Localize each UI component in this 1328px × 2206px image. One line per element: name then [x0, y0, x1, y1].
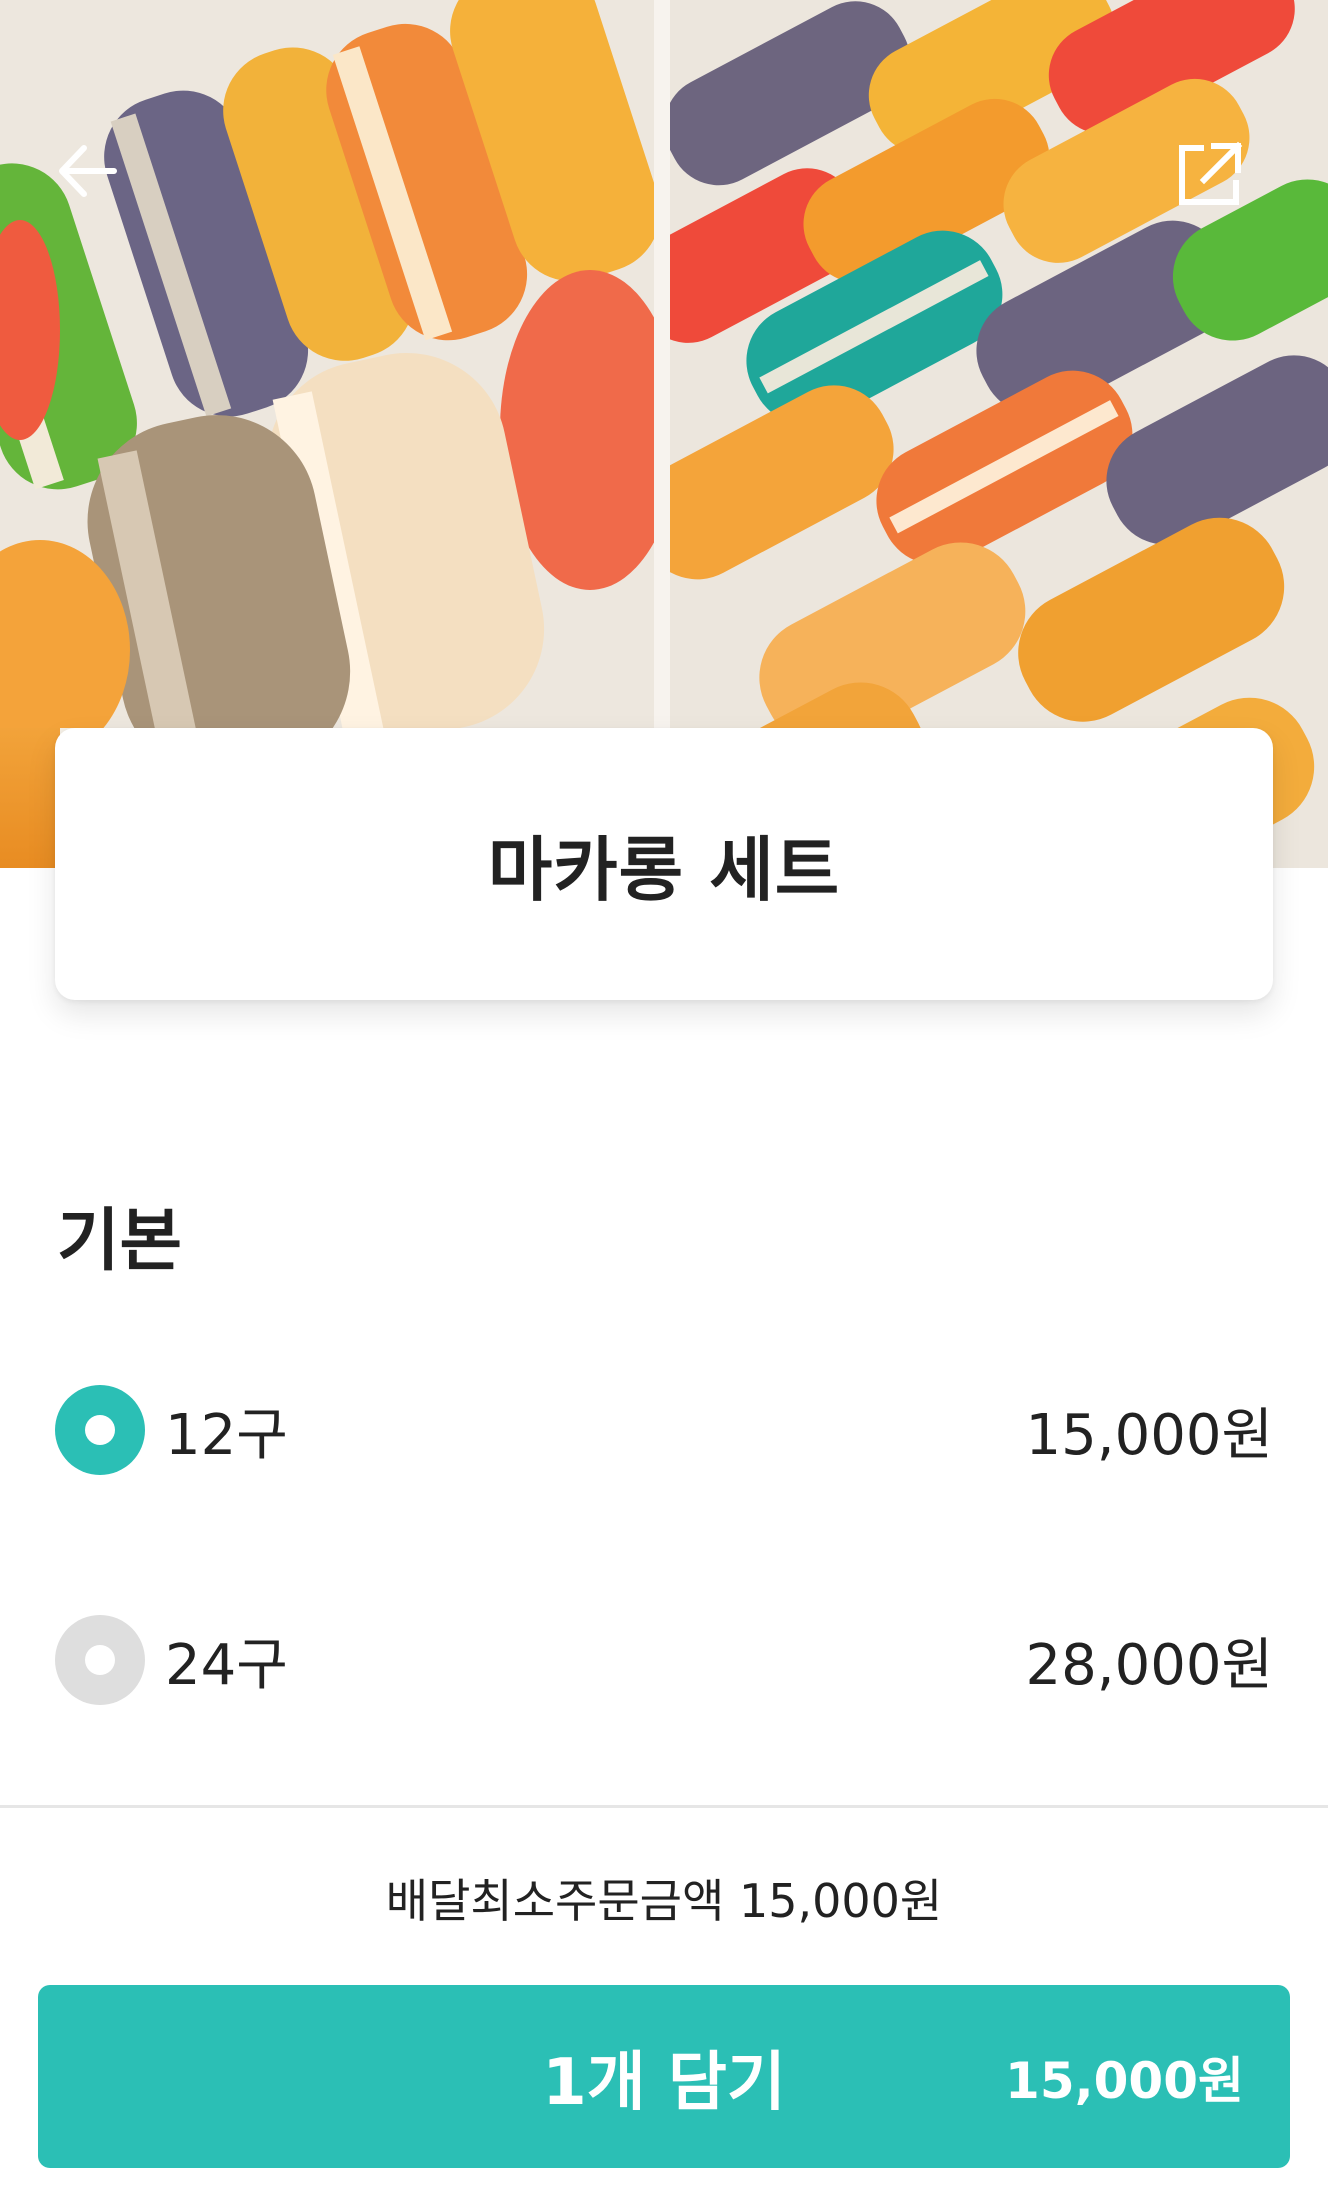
option-label: 12구	[165, 1402, 288, 1468]
photo-divider	[654, 0, 670, 728]
share-button[interactable]	[1174, 138, 1274, 238]
option-item-24[interactable]: 24구 28,000원	[55, 1610, 1273, 1710]
option-section-title: 기본	[57, 1202, 183, 1281]
min-order-amount: 배달최소주문금액 15,000원	[385, 1874, 943, 1928]
add-to-cart-button[interactable]: 1개 담기 15,000원	[38, 1985, 1290, 2168]
radio-unselected[interactable]	[55, 1615, 145, 1705]
option-item-12[interactable]: 12구 15,000원	[55, 1380, 1273, 1480]
back-button[interactable]	[54, 138, 154, 238]
radio-selected[interactable]	[55, 1385, 145, 1475]
option-price: 28,000원	[1025, 1632, 1273, 1698]
macaron-photo-left	[0, 0, 654, 728]
option-price: 15,000원	[1025, 1402, 1273, 1468]
photo-left-edge	[0, 728, 60, 868]
footer-divider	[0, 1805, 1328, 1808]
product-name: 마카롱 세트	[487, 828, 841, 911]
option-label: 24구	[165, 1632, 288, 1698]
add-to-cart-price: 15,000원	[1005, 2051, 1244, 2110]
product-title-card: 마카롱 세트	[55, 728, 1273, 1000]
